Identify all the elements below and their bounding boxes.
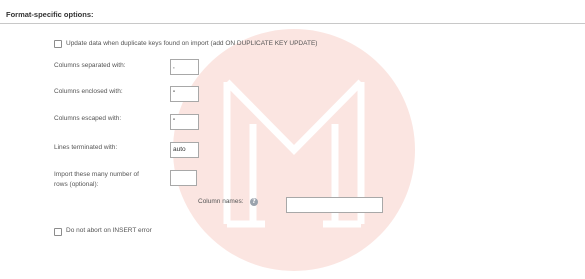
watermark-logo	[173, 29, 415, 271]
lines-terminated-input[interactable]: auto	[170, 142, 199, 158]
columns-escaped-label: Columns escaped with:	[54, 115, 122, 122]
update-duplicate-checkbox[interactable]	[54, 40, 62, 48]
columns-enclosed-label: Columns enclosed with:	[54, 88, 123, 95]
no-abort-label: Do not abort on INSERT error	[66, 227, 152, 234]
help-icon[interactable]: ?	[250, 197, 258, 206]
columns-separated-input[interactable]: ,	[170, 59, 199, 75]
columns-escaped-input[interactable]: "	[170, 114, 199, 130]
lines-terminated-label: Lines terminated with:	[54, 144, 118, 151]
section-title: Format-specific options:	[6, 10, 94, 19]
import-rows-label-line1: Import these many number of	[54, 171, 139, 178]
columns-enclosed-input[interactable]: "	[170, 86, 199, 102]
column-names-input[interactable]	[286, 197, 383, 213]
section-divider	[0, 23, 585, 24]
import-rows-label-line2: rows (optional):	[54, 181, 99, 188]
columns-separated-label: Columns separated with:	[54, 62, 126, 69]
no-abort-checkbox[interactable]	[54, 228, 62, 236]
import-rows-input[interactable]	[170, 170, 197, 186]
column-names-label: Column names:	[198, 198, 244, 205]
update-duplicate-label: Update data when duplicate keys found on…	[66, 39, 318, 47]
